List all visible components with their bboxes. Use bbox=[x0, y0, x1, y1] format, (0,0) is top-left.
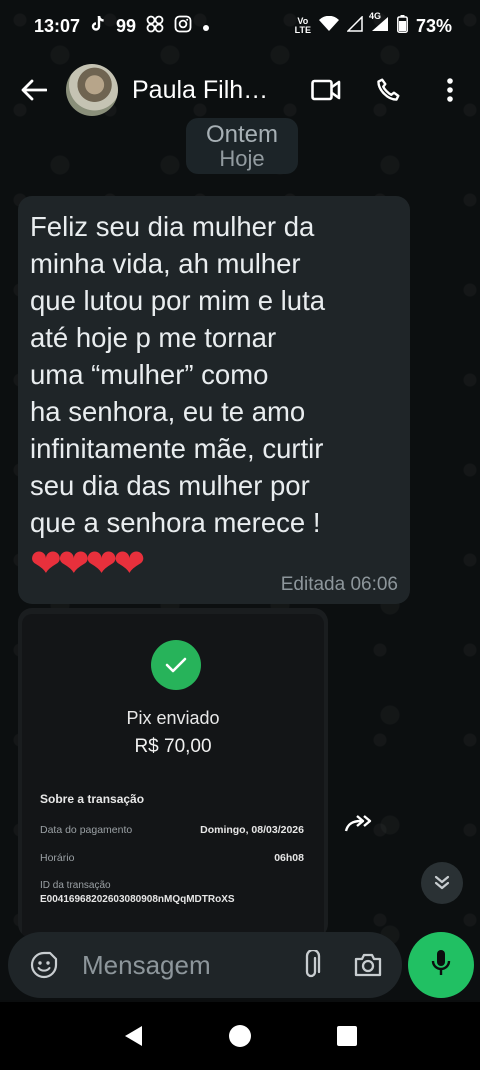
system-nav-bar bbox=[0, 1002, 480, 1070]
signal-empty-icon bbox=[346, 14, 363, 37]
scroll-to-bottom-icon[interactable] bbox=[421, 862, 463, 904]
mic-button[interactable] bbox=[408, 932, 474, 998]
status-time: 13:07 bbox=[34, 15, 81, 36]
wifi-icon bbox=[318, 15, 339, 37]
forward-icon[interactable] bbox=[340, 804, 380, 844]
mic-icon bbox=[430, 949, 452, 982]
message-bubble[interactable]: Feliz seu dia mulher da minha vida, ah m… bbox=[18, 196, 410, 604]
message-edited-time: Editada 06:06 bbox=[280, 574, 398, 595]
receipt-amount: R$ 70,00 bbox=[134, 736, 212, 757]
emoji-sticker-icon[interactable] bbox=[24, 945, 64, 985]
status-bar: 13:07 99 Vo LTE 4G 73% bbox=[0, 0, 480, 52]
receipt-row: Horário 06h08 bbox=[40, 852, 304, 864]
nav-recents-icon[interactable] bbox=[327, 1016, 367, 1056]
receipt-id-value: E00416968202603080908nMQqMDTRoXS bbox=[40, 894, 235, 905]
message-text: Feliz seu dia mulher da minha vida, ah m… bbox=[30, 211, 326, 538]
message-input[interactable]: Mensagem bbox=[82, 950, 292, 981]
more-vert-icon[interactable] bbox=[430, 70, 470, 110]
dot-icon bbox=[202, 16, 210, 37]
instagram-icon bbox=[174, 15, 192, 38]
volte-indicator: Vo LTE bbox=[294, 16, 311, 35]
tiktok-icon bbox=[90, 15, 106, 38]
receipt-section-title: Sobre a transação bbox=[40, 792, 145, 806]
nav-back-icon[interactable] bbox=[113, 1016, 153, 1056]
nav-home-icon[interactable] bbox=[220, 1016, 260, 1056]
signal-4g-icon: 4G bbox=[369, 11, 389, 37]
battery-percent: 73% bbox=[415, 15, 452, 36]
notification-count: 99 bbox=[116, 15, 137, 36]
phone-icon[interactable] bbox=[368, 70, 408, 110]
receipt-id-label: ID da transação bbox=[40, 880, 111, 891]
video-call-icon[interactable] bbox=[306, 70, 346, 110]
check-icon bbox=[151, 640, 201, 690]
date-label-today: Hoje bbox=[219, 146, 265, 171]
receipt-title: Pix enviado bbox=[126, 708, 220, 728]
attach-icon[interactable] bbox=[292, 945, 332, 985]
back-arrow-icon[interactable] bbox=[2, 58, 66, 122]
contact-name[interactable]: Paula Filh… bbox=[132, 76, 292, 105]
battery-icon bbox=[397, 14, 408, 38]
camera-icon[interactable] bbox=[348, 945, 388, 985]
pix-receipt: Pix enviado R$ 70,00 Sobre a transação D… bbox=[22, 614, 324, 938]
receipt-row: Data do pagamento Domingo, 08/03/2026 bbox=[40, 824, 304, 836]
pinwheel-icon bbox=[146, 15, 164, 38]
message-composer[interactable]: Mensagem bbox=[8, 932, 402, 998]
chat-header: Paula Filh… bbox=[0, 52, 480, 128]
image-message[interactable]: Pix enviado R$ 70,00 Sobre a transação D… bbox=[18, 608, 328, 938]
contact-avatar[interactable] bbox=[66, 64, 118, 116]
